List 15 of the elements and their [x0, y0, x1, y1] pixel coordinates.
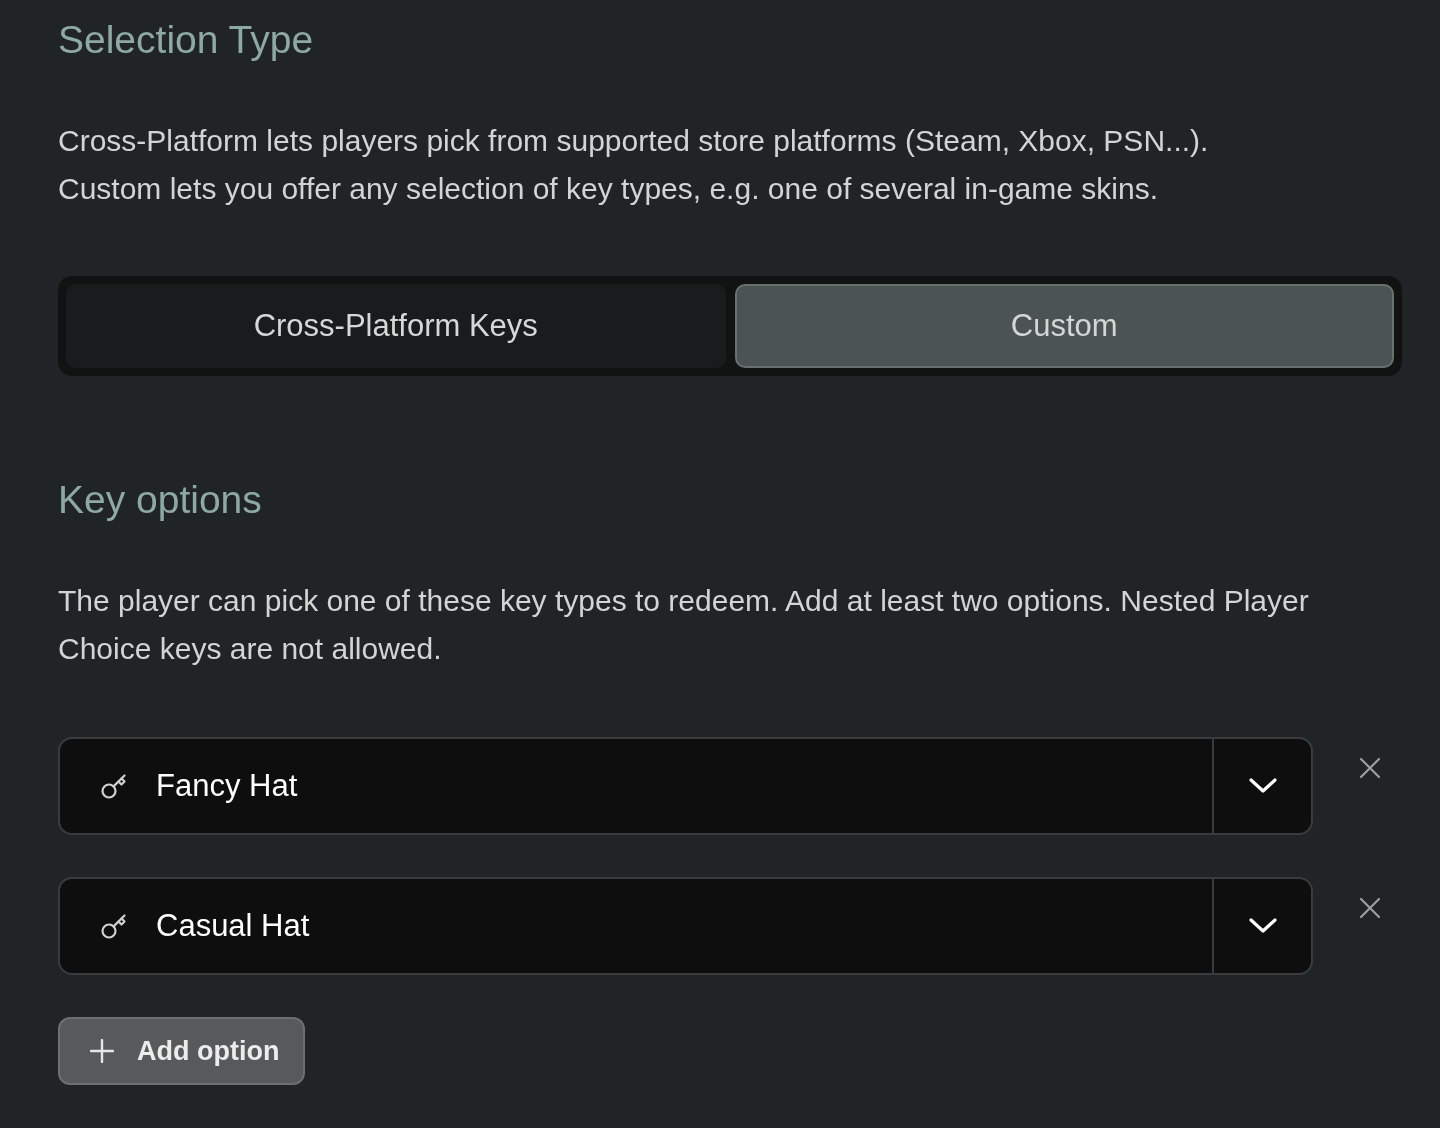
tab[interactable]: Custom	[734, 284, 1394, 368]
key-type-dropdown[interactable]: Casual Hat	[58, 877, 1313, 975]
chevron-down-icon	[1248, 778, 1277, 794]
tab[interactable]: Cross-Platform Keys	[66, 284, 726, 368]
section-title: Selection Type	[58, 18, 314, 62]
key-type-dropdown[interactable]: Fancy Hat	[58, 737, 1313, 835]
close-icon[interactable]	[1360, 758, 1380, 778]
plus-icon	[90, 1039, 114, 1063]
chevron-down-icon	[1248, 918, 1277, 934]
add-option-button[interactable]: Add option	[58, 1017, 306, 1085]
description-text: Cross-Platform lets players pick from supported store platforms (Steam, Xbox, PSN...).	[58, 123, 1209, 159]
description-text: The player can pick one of these key types to redeem. Add at least two options. Nested Player Choice keys are not allowed.	[58, 583, 1310, 667]
description-text: Custom lets you offer any selection of key types, e.g. one of several in-game skins.	[58, 171, 1158, 207]
close-icon[interactable]	[1360, 898, 1380, 918]
section-title: Key options	[58, 478, 262, 522]
